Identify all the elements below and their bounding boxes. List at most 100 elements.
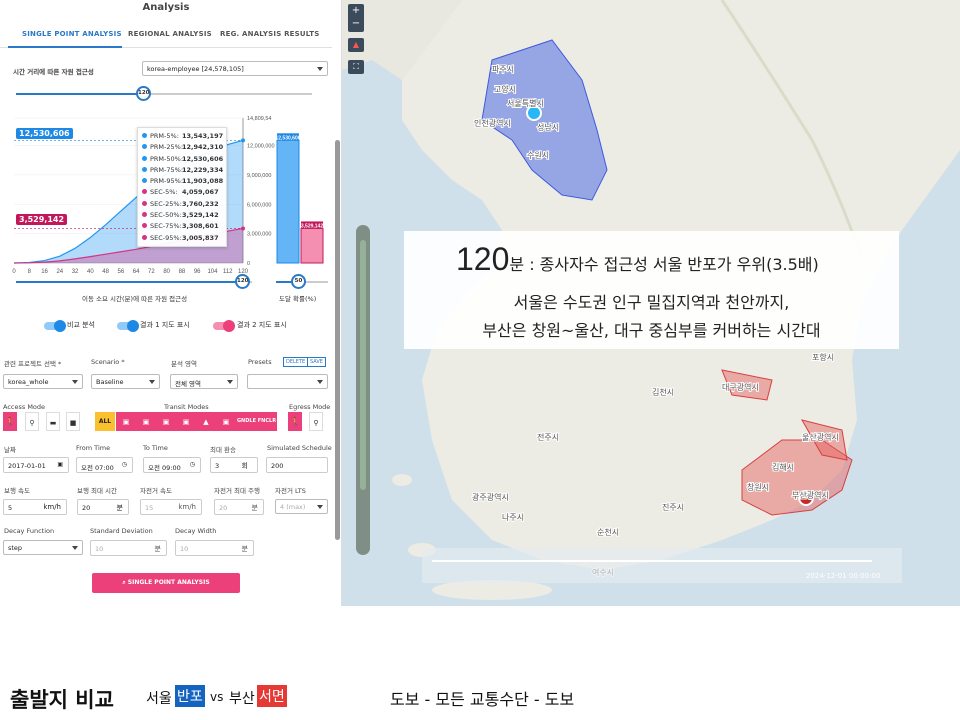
city-label: 순천시 xyxy=(597,527,619,537)
tooltip-row: SEC-75%:3,308,601 xyxy=(142,222,222,233)
car-access-button[interactable]: ▬ xyxy=(46,412,60,431)
single-point-analysis-button[interactable]: ⌕ SINGLE POINT ANALYSIS xyxy=(92,573,240,593)
bike-max-input[interactable]: 20 분 xyxy=(214,499,264,515)
city-label: 파주시 xyxy=(492,65,514,74)
y-tick-label: 6,000,000 xyxy=(247,202,271,208)
calendar-icon: ▣ xyxy=(57,461,63,468)
sim-schedule-label: Simulated Schedule xyxy=(267,444,332,452)
from-time-input[interactable]: 오전 07:00 ◷ xyxy=(76,457,133,473)
series-dot-icon xyxy=(142,234,147,240)
chart-x-slider-knob[interactable]: 120 xyxy=(235,274,250,289)
decay-fn-select[interactable]: step xyxy=(3,540,83,555)
bottom-bar: 출발지 비교 서울 반포 vs 부산 서면 도보 - 모든 교통수단 - 도보 xyxy=(0,606,960,720)
transit-all-button[interactable]: ALL xyxy=(95,412,115,431)
project-select[interactable]: korea_whole xyxy=(3,374,83,389)
to-time-input[interactable]: 오전 09:00 ◷ xyxy=(143,457,201,473)
city-label: 전주시 xyxy=(537,432,559,442)
x-tick-label: 64 xyxy=(133,269,140,275)
caption-overlay: 120분 : 종사자수 접근성 서울 반포가 우위(3.5배) 서울은 수도권 … xyxy=(404,231,899,349)
compare-toggle[interactable] xyxy=(44,320,66,332)
fullscreen-button[interactable]: ⛶ xyxy=(348,60,364,74)
chevron-down-icon xyxy=(227,380,233,384)
bus-button[interactable]: ▣ xyxy=(116,412,136,431)
scooter-icon: ■ xyxy=(69,419,77,427)
city-label: 김해시 xyxy=(772,462,794,472)
tooltip-row: SEC-50%:3,529,142 xyxy=(142,211,222,222)
prob-slider-knob[interactable]: 50 xyxy=(291,274,306,289)
scenario-label: Scenario * xyxy=(91,358,125,366)
gondola-funicular-button[interactable]: GNDLE FNCLR xyxy=(236,412,277,431)
time-slider-knob[interactable]: 120 xyxy=(136,86,151,101)
tooltip-key: PRM-75%: xyxy=(150,165,184,174)
zoom-out-button[interactable]: − xyxy=(348,17,364,30)
decay-width-input[interactable]: 10 분 xyxy=(175,540,254,556)
zoom-in-button[interactable]: + xyxy=(348,4,364,17)
delete-button[interactable]: DELETE xyxy=(283,357,309,367)
panel-scrollbar[interactable] xyxy=(335,140,340,540)
result2-toggle[interactable] xyxy=(213,320,235,332)
series-dot-icon xyxy=(142,133,147,138)
city-label: 광주광역시 xyxy=(472,492,509,502)
decay-width-label: Decay Width xyxy=(175,527,217,535)
tooltip-row: PRM-95%:11,903,088 xyxy=(142,177,223,188)
ferry-button[interactable]: ▲ xyxy=(196,412,216,431)
dataset-select[interactable]: korea-employee [24,578,105] xyxy=(142,61,328,76)
result1-toggle[interactable] xyxy=(117,320,139,332)
subway-button[interactable]: ▣ xyxy=(156,412,176,431)
badge-blue: 12,530,606 xyxy=(16,128,73,139)
x-tick-label: 72 xyxy=(148,269,155,275)
rail-button[interactable]: ▣ xyxy=(176,412,196,431)
bike-max-label: 자전거 최대 주행 xyxy=(214,487,260,495)
island xyxy=(392,474,412,486)
scooter-access-button[interactable]: ■ xyxy=(66,412,80,431)
cable-button[interactable]: ▣ xyxy=(216,412,236,431)
bike-lts-select[interactable]: 4 (max) xyxy=(275,499,328,514)
tooltip-value: 3,760,232 xyxy=(182,199,219,208)
seoul-label: 서울 xyxy=(146,691,172,707)
bike-access-button[interactable]: ⚲ xyxy=(25,412,39,431)
std-dev-input[interactable]: 10 분 xyxy=(90,540,167,556)
area-label: 분석 영역 xyxy=(171,360,197,368)
time-slider-fill xyxy=(16,93,144,95)
tab-reg-results[interactable]: REG. ANALYSIS RESULTS xyxy=(220,30,320,38)
walk-egress-button[interactable]: 🚶 xyxy=(288,412,302,431)
mode-chain: 도보 - 모든 교통수단 - 도보 xyxy=(390,690,575,709)
bike-speed-input[interactable]: 15 km/h xyxy=(140,499,202,515)
max-transfers-input[interactable]: 3회 xyxy=(210,457,258,473)
bar-sec xyxy=(300,227,324,264)
city-label: 울산광역시 xyxy=(802,432,839,442)
max-transfers-label: 최대 환승 xyxy=(210,446,236,454)
date-input[interactable]: 2017-01-01 ▣ xyxy=(3,457,69,473)
walk-access-button[interactable]: 🚶 xyxy=(3,412,17,431)
tooltip-key: SEC-25%: xyxy=(150,199,182,208)
series-dot-icon xyxy=(142,223,147,229)
tooltip-key: PRM-25%: xyxy=(150,143,184,152)
tram-button[interactable]: ▣ xyxy=(136,412,156,431)
x-tick-label: 80 xyxy=(163,269,170,275)
tab-regional[interactable]: REGIONAL ANALYSIS xyxy=(128,30,212,38)
walk-max-input[interactable]: 20 분 xyxy=(77,499,129,515)
series-dot-icon xyxy=(142,144,147,150)
compass-button[interactable]: ▲ xyxy=(348,38,364,52)
bike-egress-button[interactable]: ⚲ xyxy=(309,412,323,431)
series-dot-icon xyxy=(142,189,147,195)
walk-max-label: 보행 최대 시간 xyxy=(77,487,118,495)
walk-speed-input[interactable]: 5 km/h xyxy=(3,499,67,515)
city-label: 김천시 xyxy=(652,387,674,397)
tooltip-value: 3,005,837 xyxy=(182,233,219,242)
tram-icon: ▣ xyxy=(142,418,150,426)
x-tick-label: 96 xyxy=(194,269,201,275)
sim-schedule-input[interactable]: 200 xyxy=(266,457,328,473)
city-label: 진주시 xyxy=(662,502,684,512)
area-select[interactable]: 전체 영역 xyxy=(170,374,238,389)
city-label: 창원시 xyxy=(747,483,769,492)
tab-bar: SINGLE POINT ANALYSIS REGIONAL ANALYSIS … xyxy=(0,22,332,48)
tab-single-point[interactable]: SINGLE POINT ANALYSIS xyxy=(22,30,122,38)
scenario-select[interactable]: Baseline xyxy=(91,374,160,389)
city-label: 서울특별시 xyxy=(507,98,544,108)
car-icon: ▬ xyxy=(49,419,57,427)
compare-toggle-label: 비교 분석 xyxy=(67,321,95,329)
presets-select[interactable] xyxy=(247,374,328,389)
y-tick-label: 3,000,000 xyxy=(247,232,271,238)
save-button[interactable]: SAVE xyxy=(307,357,326,367)
